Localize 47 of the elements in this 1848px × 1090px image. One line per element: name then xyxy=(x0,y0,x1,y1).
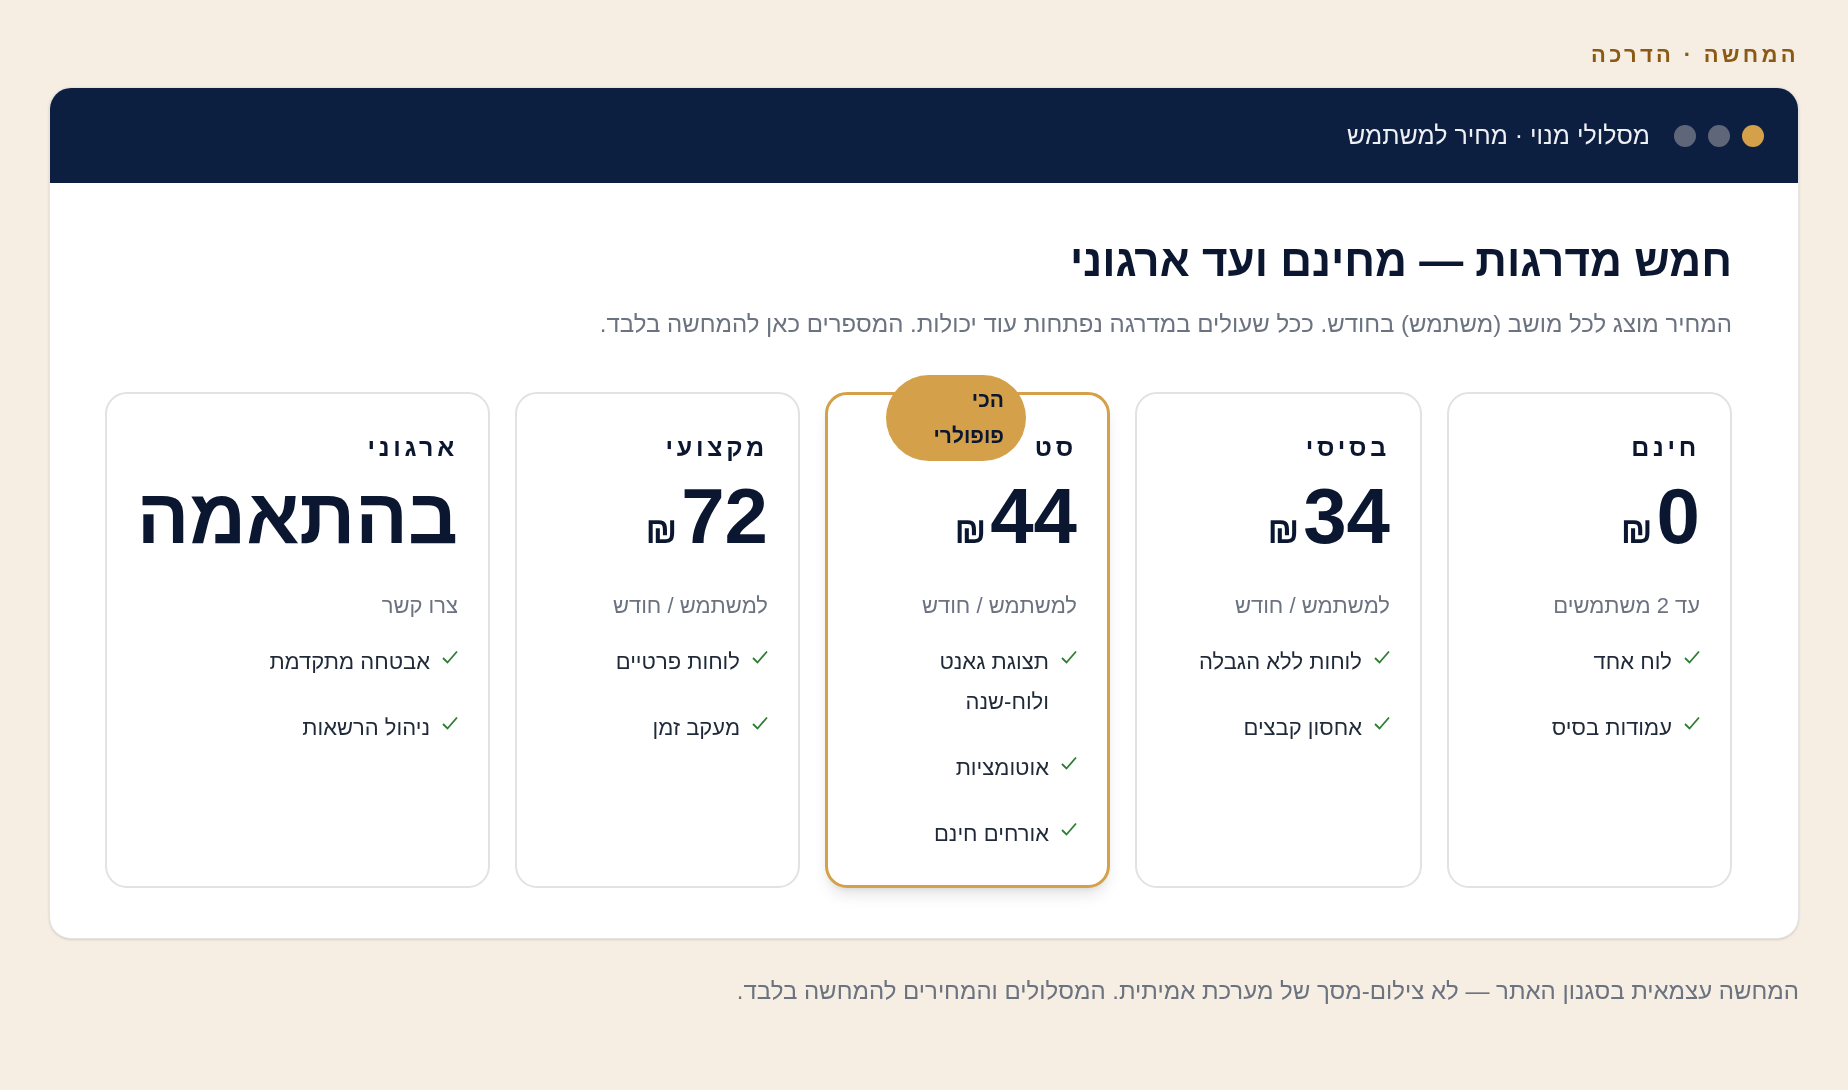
check-icon xyxy=(1061,821,1077,836)
check-icon xyxy=(1374,649,1390,664)
feature-text: לוחות פרטיים xyxy=(615,647,740,676)
plan-period: למשתמש / חודש xyxy=(921,592,1077,618)
plan-period: עד 2 משתמשים xyxy=(1553,592,1700,618)
page-heading: חמש מדרגות — מחינם ועד ארגוני xyxy=(1068,235,1732,287)
check-icon xyxy=(752,715,768,730)
plan-name: בסיסי xyxy=(1305,432,1390,463)
plan-period: למשתמש / חודש xyxy=(1234,592,1390,618)
plan-period: צרו קשר xyxy=(381,592,458,618)
check-icon xyxy=(1061,755,1077,770)
plan-name: סט xyxy=(1034,432,1077,463)
footer-note: המחשה עצמאית בסגנון האתר — לא צילום-מסך של מערכת אמיתית. המסלולים והמחירים להמחשה בלבד. xyxy=(736,977,1799,1004)
feature-text: לוחות ללא הגבלה xyxy=(1198,647,1362,676)
check-icon xyxy=(442,649,458,664)
currency-symbol: ₪ xyxy=(954,508,987,553)
popular-badge: הכי פופולרי xyxy=(886,375,1026,461)
feature-text: אבטחה מתקדמת xyxy=(269,647,430,676)
plan-price: 44 xyxy=(990,476,1077,555)
subtitle-text: המחיר מוצג לכל מושב (משתמש) בחודש. ככל שעולים במדרגה נפתחות עוד יכולות. המספרים כאן להמחשה בלבד. xyxy=(598,309,1732,339)
check-icon xyxy=(1684,715,1700,730)
currency-symbol: ₪ xyxy=(1267,508,1300,553)
plan-period: למשתמש / חודש xyxy=(612,592,768,618)
currency-symbol: ₪ xyxy=(645,508,678,553)
plan-price: בהתאמה xyxy=(136,476,458,555)
feature-text: אורחים חינם xyxy=(933,819,1049,848)
check-icon xyxy=(1061,649,1077,664)
feature-text: ניהול הרשאות xyxy=(302,713,430,742)
feature-text: עמודות בסיס xyxy=(1551,713,1672,742)
plan-price: 0 xyxy=(1656,476,1700,555)
feature-text: תצוגת גאנט ולוח-שנה xyxy=(938,647,1049,716)
plan-price: 72 xyxy=(681,476,768,555)
currency-symbol: ₪ xyxy=(1620,508,1653,553)
check-icon xyxy=(752,649,768,664)
plan-name: ארגוני xyxy=(367,432,458,463)
check-icon xyxy=(442,715,458,730)
feature-text: לוח אחד xyxy=(1593,647,1672,676)
feature-text: אוטומציות xyxy=(955,753,1049,782)
window-title: מסלולי מנוי · מחיר למשתמש xyxy=(1347,119,1650,151)
plan-name: מקצועי xyxy=(665,432,768,463)
plan-price: 34 xyxy=(1303,476,1390,555)
plan-name: חינם xyxy=(1631,432,1700,463)
feature-text: מעקב זמן xyxy=(652,713,740,742)
feature-text: אחסון קבצים xyxy=(1243,713,1362,742)
check-icon xyxy=(1374,715,1390,730)
check-icon xyxy=(1684,649,1700,664)
breadcrumb: המחשה · הדרכה xyxy=(1591,41,1799,69)
